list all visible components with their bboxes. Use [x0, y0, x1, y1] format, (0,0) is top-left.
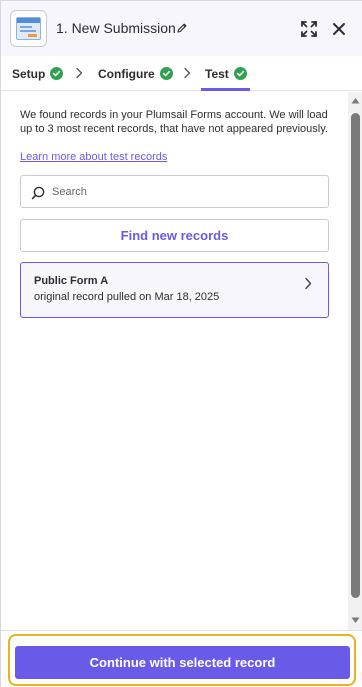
- step-editor-panel: 1. New Submission Setup Configure Test W…: [0, 0, 362, 687]
- scroll-down-arrow-icon[interactable]: [351, 617, 360, 624]
- find-new-records-button[interactable]: Find new records: [20, 219, 329, 252]
- expand-icon[interactable]: [300, 20, 318, 38]
- check-circle-icon: [50, 67, 64, 80]
- tab-configure-label: Configure: [98, 66, 155, 81]
- test-info-text: We found records in your Plumsail Forms …: [20, 109, 328, 135]
- panel-header: 1. New Submission: [1, 0, 362, 56]
- tab-test-label: Test: [205, 66, 229, 81]
- close-icon[interactable]: [332, 22, 346, 36]
- chevron-right-icon: [76, 67, 83, 79]
- scroll-up-arrow-icon[interactable]: [351, 97, 360, 104]
- tab-configure[interactable]: Configure: [98, 56, 173, 91]
- panel-footer: Continue with selected record: [1, 630, 362, 687]
- plumsail-forms-app-icon: [10, 10, 47, 47]
- check-circle-icon: [233, 67, 247, 80]
- active-tab-indicator: [201, 88, 250, 91]
- chevron-right-icon: [184, 67, 191, 79]
- check-circle-icon: [159, 67, 173, 80]
- chevron-right-icon: [305, 277, 312, 290]
- tab-test[interactable]: Test: [205, 56, 247, 91]
- continue-with-selected-record-button[interactable]: Continue with selected record: [15, 646, 350, 679]
- test-content: We found records in your Plumsail Forms …: [1, 92, 347, 630]
- search-input[interactable]: [52, 176, 322, 207]
- step-tabs: Setup Configure Test: [1, 56, 362, 91]
- learn-more-link[interactable]: Learn more about test records: [20, 151, 167, 163]
- search-icon: [31, 186, 45, 200]
- tab-setup[interactable]: Setup: [12, 56, 64, 91]
- tab-setup-label: Setup: [12, 66, 46, 81]
- search-box: [20, 175, 329, 208]
- step-title[interactable]: 1. New Submission: [56, 20, 176, 36]
- record-title: Public Form A: [34, 275, 109, 287]
- pencil-icon[interactable]: [176, 22, 188, 34]
- record-subtitle: original record pulled on Mar 18, 2025: [34, 291, 220, 303]
- scrollbar-thumb[interactable]: [351, 113, 360, 598]
- record-item[interactable]: Public Form A original record pulled on …: [20, 262, 329, 318]
